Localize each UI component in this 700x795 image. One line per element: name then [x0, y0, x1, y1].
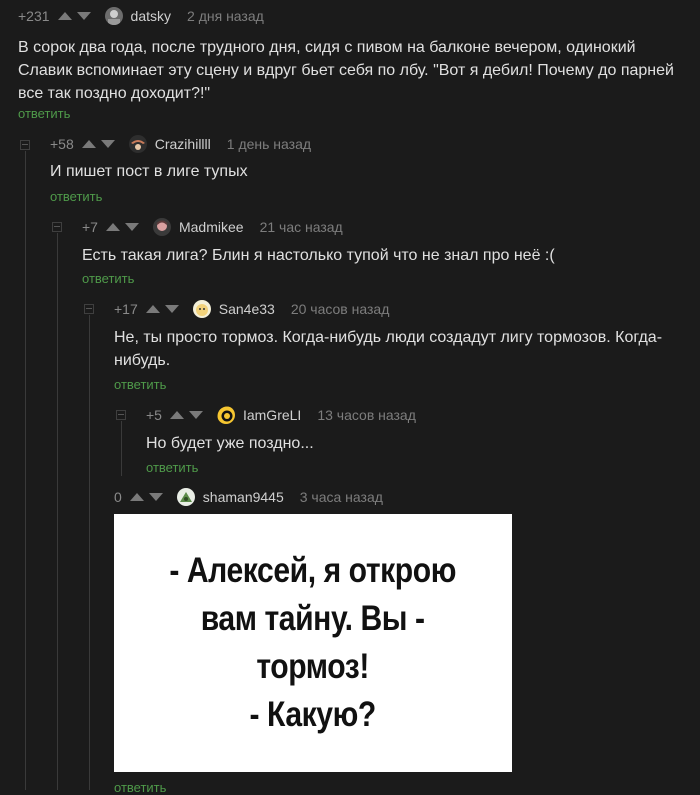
- reply-link[interactable]: ответить: [114, 377, 166, 392]
- author-name[interactable]: San4e33: [219, 301, 275, 317]
- author-name[interactable]: datsky: [131, 8, 171, 24]
- vote-arrows: [145, 305, 179, 313]
- avatar[interactable]: [217, 406, 235, 424]
- comment-text: Не, ты просто тормоз. Когда-нибудь люди …: [114, 329, 663, 369]
- upvote-icon[interactable]: [169, 411, 184, 419]
- reply-link[interactable]: ответить: [82, 271, 134, 286]
- collapse-toggle[interactable]: [52, 222, 62, 232]
- collapse-toggle[interactable]: [84, 304, 94, 314]
- thread-line: [57, 233, 58, 790]
- comment-rating: 0: [114, 489, 122, 505]
- vote-arrows: [129, 493, 163, 501]
- vote-arrows: [57, 12, 91, 20]
- author-name[interactable]: shaman9445: [203, 489, 284, 505]
- comment-header: +5 IamGreLI 13 часов назад: [146, 403, 416, 427]
- comment-time: 1 день назад: [226, 136, 312, 152]
- thread-line: [121, 421, 122, 476]
- avatar[interactable]: [152, 218, 171, 236]
- upvote-icon[interactable]: [129, 493, 144, 501]
- author-name[interactable]: Madmikee: [179, 219, 244, 235]
- comment-time: 21 час назад: [259, 219, 343, 235]
- comment-time: 13 часов назад: [317, 407, 416, 423]
- reply-link[interactable]: ответить: [114, 780, 166, 795]
- comment-time: 20 часов назад: [290, 301, 390, 317]
- comment-header: 0 shaman9445 3 часа назад: [114, 485, 383, 509]
- avatar[interactable]: [128, 135, 147, 153]
- comment-rating: +5: [146, 407, 162, 423]
- collapse-toggle[interactable]: [20, 140, 30, 150]
- downvote-icon[interactable]: [76, 12, 91, 20]
- vote-arrows: [169, 411, 203, 419]
- vote-arrows: [81, 140, 115, 148]
- vote-arrows: [105, 223, 139, 231]
- reply-link[interactable]: ответить: [146, 460, 198, 475]
- comment-header: +58 Crazihillll 1 день назад: [50, 132, 311, 156]
- image-caption: - Алексей, я открою вам тайну. Вы - торм…: [169, 551, 457, 734]
- comment-image[interactable]: - Алексей, я открою вам тайну. Вы - торм…: [114, 514, 512, 772]
- comment-rating: +231: [18, 8, 50, 24]
- thread-line: [89, 315, 90, 790]
- comment-rating: +7: [82, 219, 98, 235]
- reply-link[interactable]: ответить: [50, 189, 102, 204]
- author-name[interactable]: Crazihillll: [155, 136, 211, 152]
- downvote-icon[interactable]: [100, 140, 115, 148]
- comment-text: В сорок два года, после трудного дня, си…: [18, 39, 674, 102]
- avatar[interactable]: [104, 7, 123, 25]
- comment-text: И пишет пост в лиге тупых: [50, 163, 248, 180]
- upvote-icon[interactable]: [81, 140, 96, 148]
- upvote-icon[interactable]: [105, 223, 120, 231]
- thread-line: [25, 151, 26, 790]
- downvote-icon[interactable]: [124, 223, 139, 231]
- comment-text: Есть такая лига? Блин я настолько тупой …: [82, 247, 555, 264]
- comment-header: +231 datsky 2 дня назад: [18, 4, 264, 28]
- comment-rating: +58: [50, 136, 74, 152]
- reply-link[interactable]: ответить: [18, 106, 70, 121]
- downvote-icon[interactable]: [164, 305, 179, 313]
- avatar[interactable]: [176, 488, 195, 506]
- author-name[interactable]: IamGreLI: [243, 407, 301, 423]
- collapse-toggle[interactable]: [116, 410, 126, 420]
- comment-rating: +17: [114, 301, 138, 317]
- comment-header: +17 San4e33 20 часов назад: [114, 297, 389, 321]
- avatar[interactable]: [192, 300, 211, 318]
- comment-text: Но будет уже поздно...: [146, 435, 314, 452]
- comment-time: 3 часа назад: [299, 489, 383, 505]
- downvote-icon[interactable]: [148, 493, 163, 501]
- downvote-icon[interactable]: [188, 411, 203, 419]
- upvote-icon[interactable]: [145, 305, 160, 313]
- comment-header: +7 Madmikee 21 час назад: [82, 215, 343, 239]
- comment-time: 2 дня назад: [187, 8, 264, 24]
- upvote-icon[interactable]: [57, 12, 72, 20]
